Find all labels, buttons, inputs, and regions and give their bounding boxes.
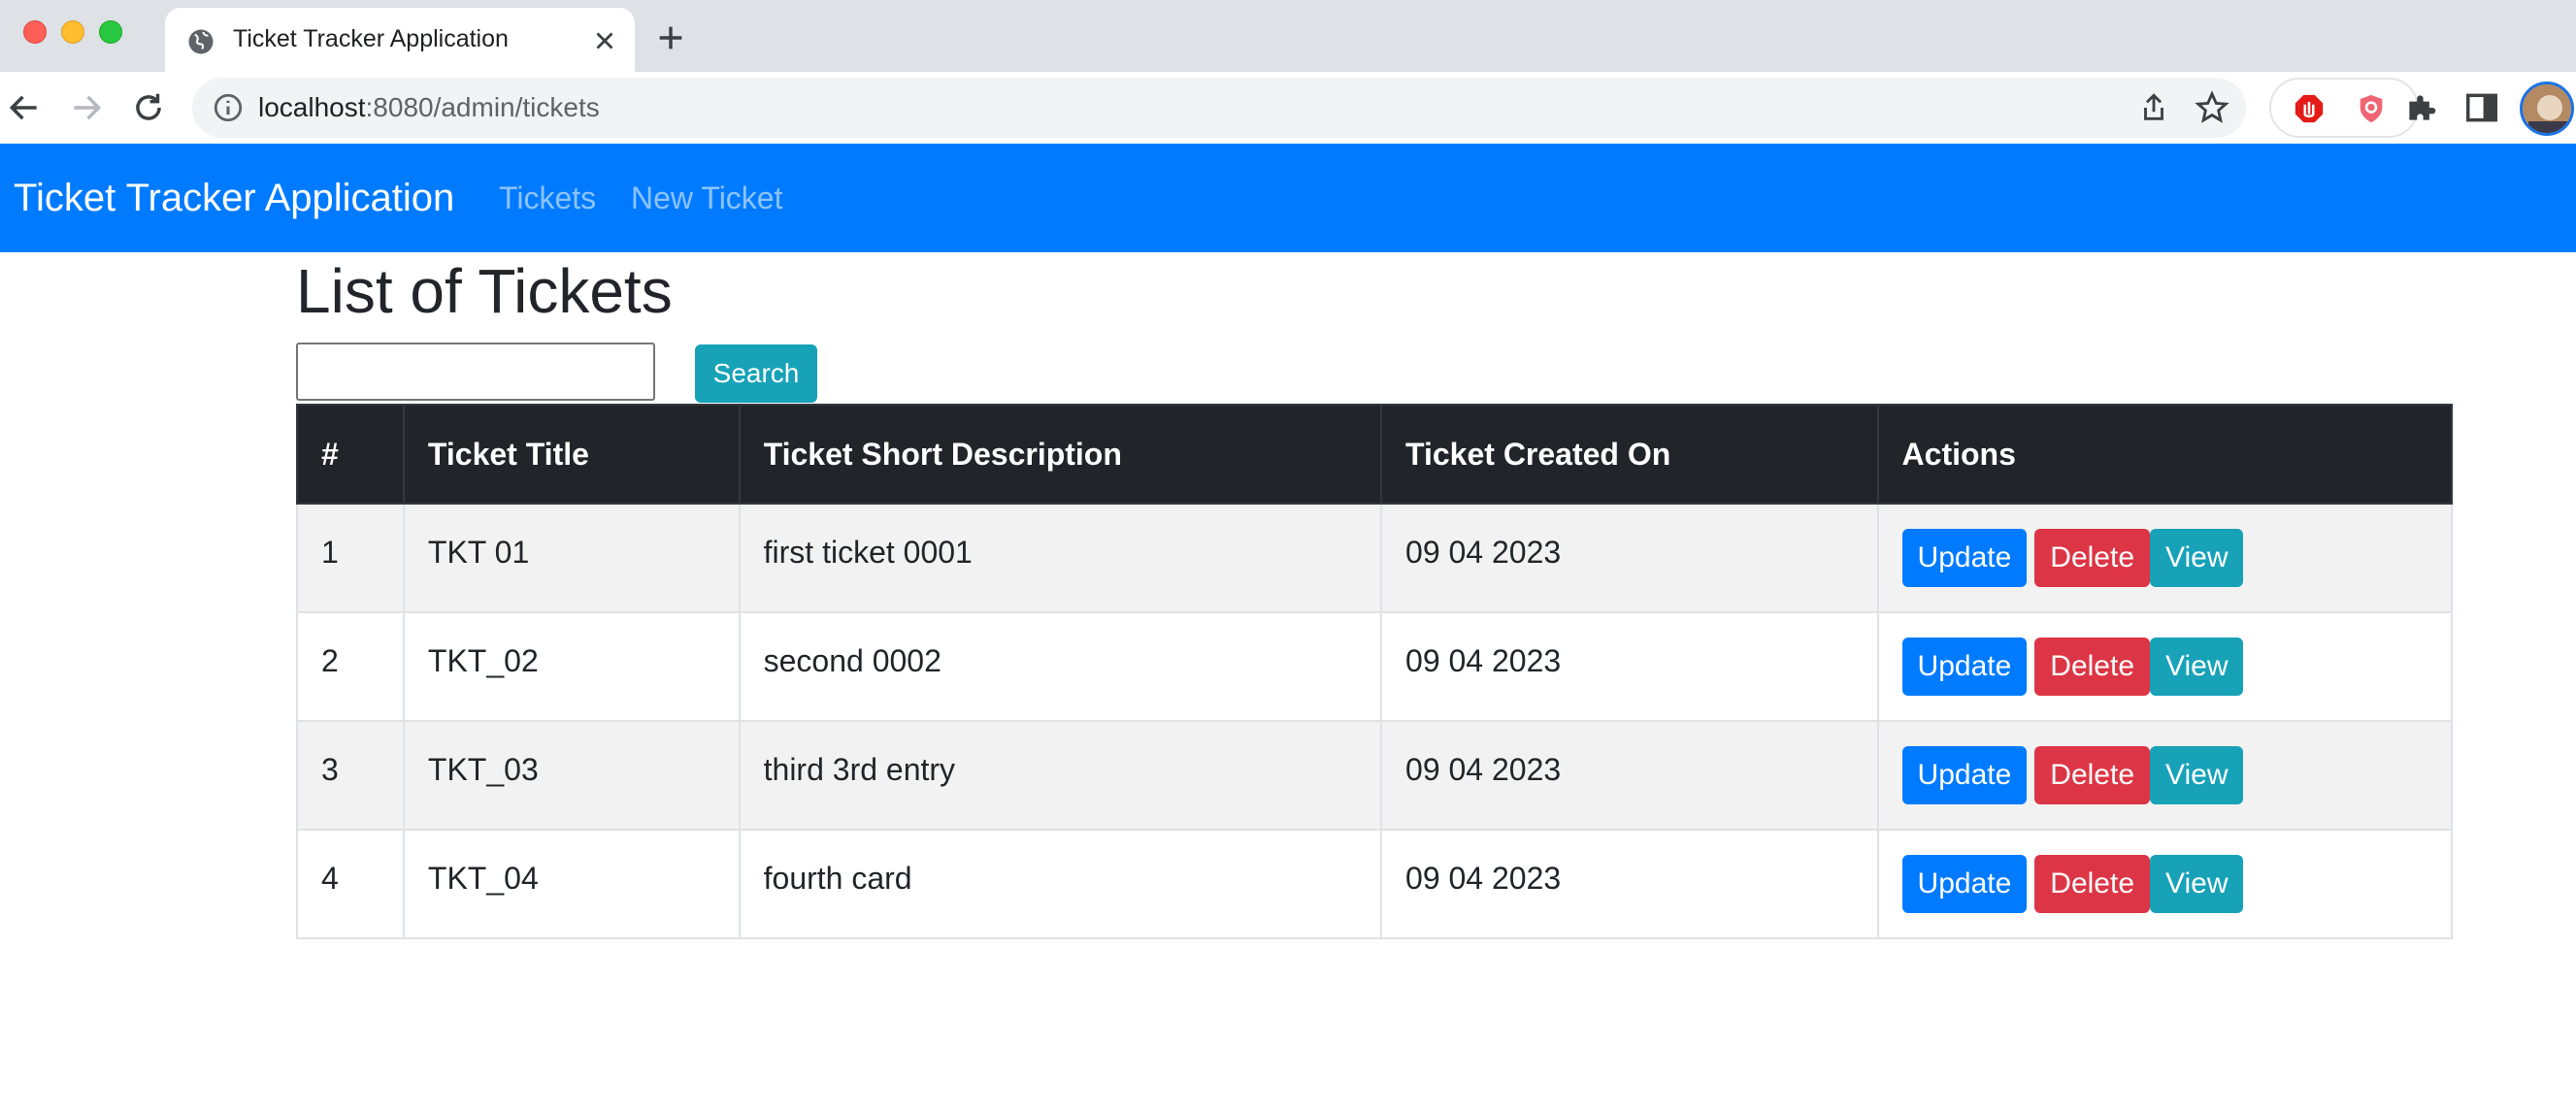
- shield-icon[interactable]: [2355, 92, 2388, 125]
- url-path: :8080/admin/tickets: [365, 92, 600, 122]
- browser-tab-strip: Ticket Tracker Application: [0, 0, 2576, 72]
- cell-created: 09 04 2023: [1380, 829, 1879, 939]
- cell-created: 09 04 2023: [1380, 611, 1879, 722]
- ticket-title: TKT 01: [427, 534, 530, 570]
- update-button[interactable]: Update: [1901, 529, 2028, 587]
- view-button[interactable]: View: [2150, 529, 2244, 587]
- extensions-group: [2269, 78, 2419, 138]
- close-tab-icon[interactable]: [590, 26, 619, 55]
- cell-number: 4: [296, 829, 405, 939]
- site-info-icon[interactable]: [212, 91, 245, 124]
- ticket-description: third 3rd entry: [763, 751, 956, 787]
- forward-arrow-icon[interactable]: [68, 89, 105, 126]
- ticket-number: 4: [321, 860, 339, 896]
- ticket-created-on: 09 04 2023: [1405, 860, 1562, 896]
- bookmark-star-icon[interactable]: [2194, 89, 2230, 126]
- ticket-title: TKT_03: [427, 751, 539, 787]
- cell-number: 3: [296, 720, 405, 831]
- column-header-actions: Actions: [1876, 404, 2454, 505]
- url-text: localhost:8080/admin/tickets: [258, 78, 600, 138]
- ticket-description: fourth card: [763, 860, 912, 896]
- cell-title: TKT 01: [402, 503, 741, 613]
- adblock-icon[interactable]: [2293, 92, 2326, 125]
- table-row: 2 TKT_02 second 0002 09 04 2023 Update De…: [296, 611, 2454, 722]
- ticket-title: TKT_02: [427, 642, 539, 678]
- profile-avatar[interactable]: [2520, 82, 2574, 136]
- delete-button[interactable]: Delete: [2034, 529, 2150, 587]
- column-header-description: Ticket Short Description: [738, 404, 1383, 505]
- cell-actions: Update Delete View: [1876, 503, 2454, 613]
- update-button[interactable]: Update: [1901, 746, 2028, 804]
- url-host: localhost: [258, 92, 366, 122]
- share-icon[interactable]: [2137, 91, 2170, 124]
- table-row: 4 TKT_04 fourth card 09 04 2023 Update De…: [296, 829, 2454, 939]
- nav-link-tickets[interactable]: Tickets: [499, 144, 596, 252]
- view-button[interactable]: View: [2150, 855, 2244, 913]
- column-header-number: #: [296, 404, 405, 505]
- tab-title: Ticket Tracker Application: [233, 25, 509, 52]
- ticket-description: first ticket 0001: [763, 534, 973, 570]
- column-header-created: Ticket Created On: [1380, 404, 1879, 505]
- ticket-created-on: 09 04 2023: [1405, 534, 1562, 570]
- cell-title: TKT_04: [402, 829, 741, 939]
- column-header-title: Ticket Title: [402, 404, 741, 505]
- address-bar[interactable]: localhost:8080/admin/tickets: [192, 78, 2246, 138]
- cell-number: 1: [296, 503, 405, 613]
- nav-link-new-ticket[interactable]: New Ticket: [631, 144, 782, 252]
- delete-button[interactable]: Delete: [2034, 855, 2150, 913]
- delete-button[interactable]: Delete: [2034, 746, 2150, 804]
- delete-button[interactable]: Delete: [2034, 638, 2150, 696]
- navbar-brand[interactable]: Ticket Tracker Application: [14, 144, 454, 252]
- ticket-created-on: 09 04 2023: [1405, 751, 1562, 787]
- ticket-number: 2: [321, 642, 339, 678]
- cell-title: TKT_03: [402, 720, 741, 831]
- window-maximize-button[interactable]: [99, 20, 122, 44]
- extensions-puzzle-icon[interactable]: [2403, 89, 2440, 126]
- table-header-row: # Ticket Title Ticket Short Description …: [296, 404, 2454, 505]
- browser-toolbar: localhost:8080/admin/tickets: [0, 72, 2576, 144]
- back-arrow-icon[interactable]: [6, 89, 43, 126]
- search-input[interactable]: [296, 343, 655, 401]
- cell-description: second 0002: [738, 611, 1383, 722]
- ticket-description: second 0002: [763, 642, 941, 678]
- cell-created: 09 04 2023: [1380, 720, 1879, 831]
- search-button[interactable]: Search: [695, 344, 817, 403]
- app-navbar: Ticket Tracker Application Tickets New T…: [0, 144, 2576, 252]
- view-button[interactable]: View: [2150, 746, 2244, 804]
- browser-tab[interactable]: Ticket Tracker Application: [165, 8, 635, 72]
- tickets-table: # Ticket Title Ticket Short Description …: [296, 404, 2454, 939]
- update-button[interactable]: Update: [1901, 855, 2028, 913]
- cell-description: third 3rd entry: [738, 720, 1383, 831]
- cell-created: 09 04 2023: [1380, 503, 1879, 613]
- ticket-number: 1: [321, 534, 339, 570]
- side-panel-icon[interactable]: [2463, 89, 2500, 126]
- ticket-number: 3: [321, 751, 339, 787]
- globe-icon: [188, 29, 214, 54]
- new-tab-icon[interactable]: [654, 21, 687, 54]
- page-title: List of Tickets: [296, 256, 673, 326]
- cell-actions: Update Delete View: [1876, 611, 2454, 722]
- window-close-button[interactable]: [23, 20, 47, 44]
- table-row: 1 TKT 01 first ticket 0001 09 04 2023 Up…: [296, 503, 2454, 613]
- window-minimize-button[interactable]: [61, 20, 84, 44]
- cell-number: 2: [296, 611, 405, 722]
- ticket-created-on: 09 04 2023: [1405, 642, 1562, 678]
- update-button[interactable]: Update: [1901, 638, 2028, 696]
- cell-title: TKT_02: [402, 611, 741, 722]
- table-row: 3 TKT_03 third 3rd entry 09 04 2023 Upda…: [296, 720, 2454, 831]
- cell-actions: Update Delete View: [1876, 829, 2454, 939]
- view-button[interactable]: View: [2150, 638, 2244, 696]
- profile-photo-icon: [2523, 84, 2571, 133]
- ticket-title: TKT_04: [427, 860, 539, 896]
- reload-icon[interactable]: [130, 89, 167, 126]
- cell-description: first ticket 0001: [738, 503, 1383, 613]
- cell-description: fourth card: [738, 829, 1383, 939]
- cell-actions: Update Delete View: [1876, 720, 2454, 831]
